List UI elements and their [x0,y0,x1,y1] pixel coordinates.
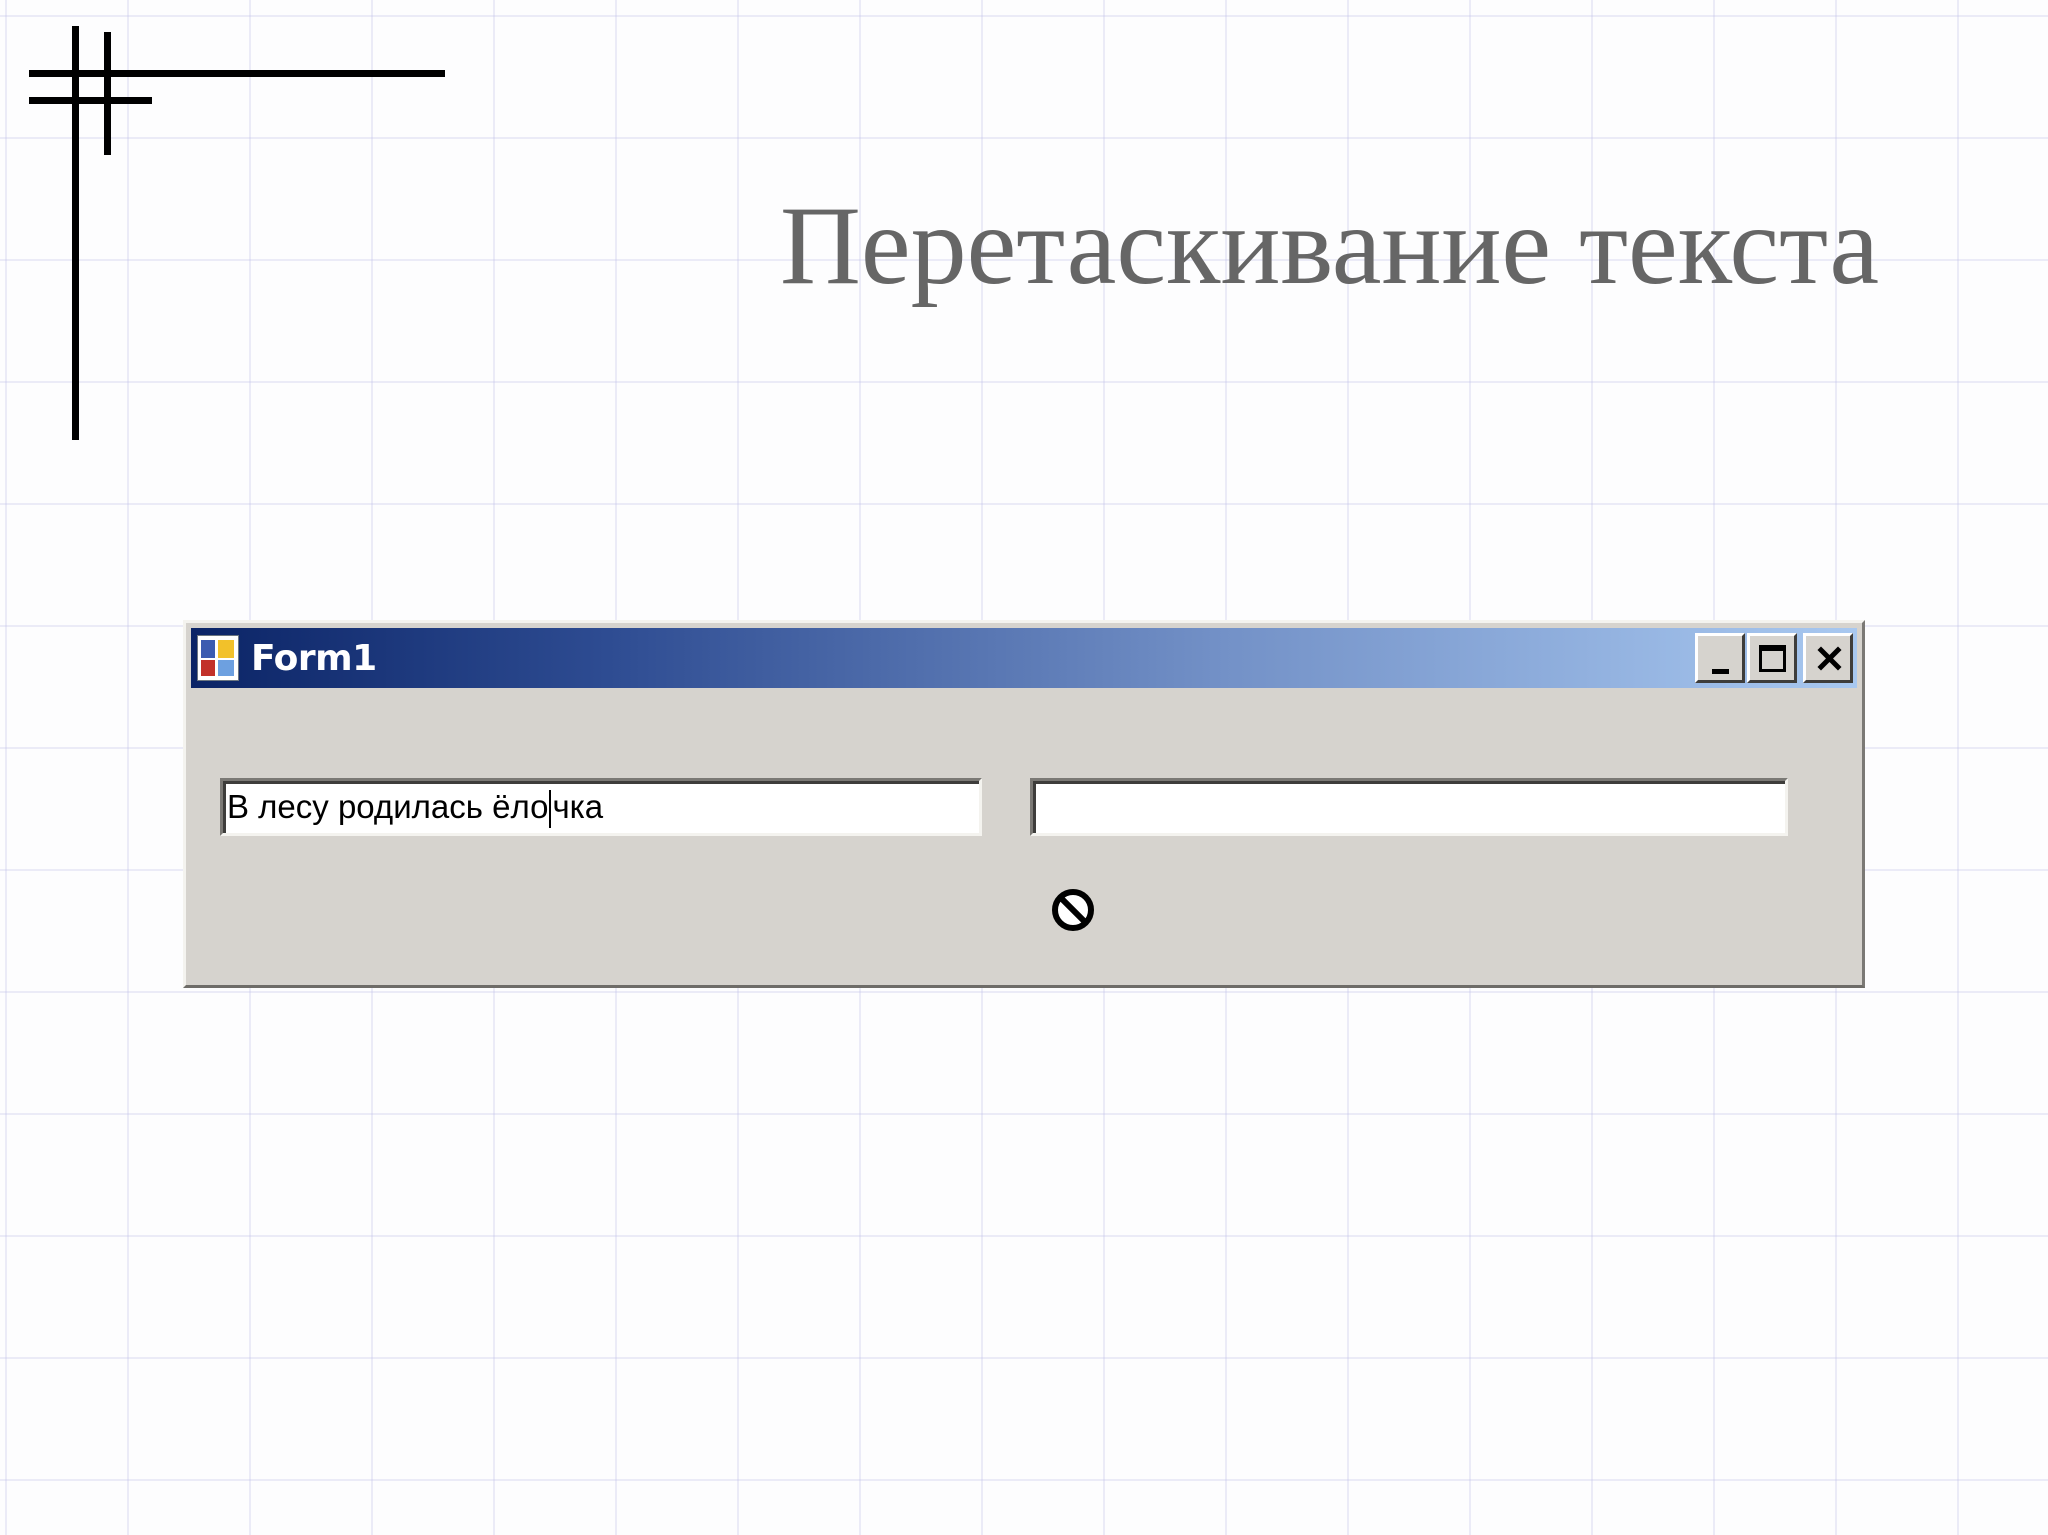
form-window: Form1 В лесу родилась ёло чка [183,620,1865,988]
decorative-horizontal-line-short [29,97,152,104]
decorative-vertical-line-long [72,26,79,440]
decorative-horizontal-line-long [29,70,445,77]
maximize-button[interactable] [1747,633,1797,683]
minimize-button[interactable] [1695,633,1745,683]
window-titlebar[interactable]: Form1 [191,628,1857,688]
close-button[interactable] [1803,633,1853,683]
minimize-icon [1712,669,1729,674]
target-textbox[interactable] [1030,778,1788,836]
decorative-vertical-line-short [104,32,111,155]
source-text-after-caret: чка [552,788,604,825]
app-icon[interactable] [197,635,239,681]
maximize-icon [1759,645,1786,672]
source-text-before-caret: В лесу родилась ёло [227,788,549,825]
window-title: Form1 [251,637,377,679]
window-controls [1693,633,1853,683]
no-drop-cursor-icon [1052,889,1094,931]
source-textbox[interactable]: В лесу родилась ёло чка [220,778,982,836]
slide-title: Перетаскивание текста [780,184,1880,308]
